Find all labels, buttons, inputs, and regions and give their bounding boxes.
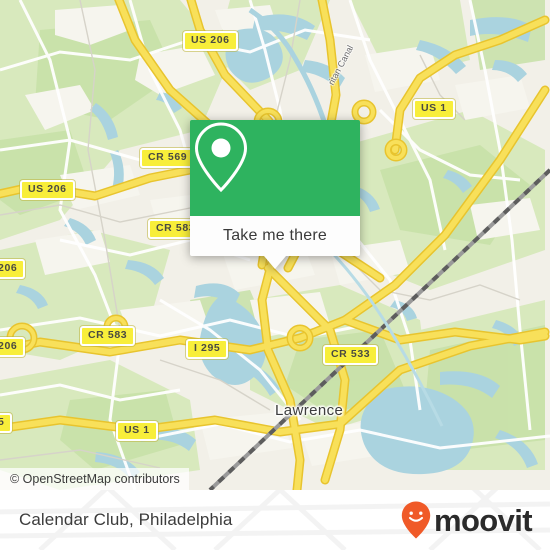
moovit-map-screenshot: US 206 CR 569 US 206 CR 583 206 CR 583 206 I 29…: [0, 0, 550, 550]
map-pin-icon: [194, 122, 248, 193]
moovit-wordmark: moovit: [433, 502, 533, 538]
road-shield: CR 583: [80, 326, 136, 346]
road-shield: CR 533: [323, 345, 379, 365]
map-attribution[interactable]: © OpenStreetMap contributors: [0, 468, 189, 490]
road-shield: US 1: [413, 99, 455, 119]
footer-bar: Calendar Club, Philadelphia moovit: [0, 490, 550, 550]
popup-arrow: [264, 256, 286, 269]
map-canvas[interactable]: US 206 CR 569 US 206 CR 583 206 CR 583 206 I 29…: [0, 0, 550, 490]
road-shield: 206: [0, 337, 26, 357]
moovit-brand[interactable]: moovit: [401, 490, 533, 550]
road-shield: US 206: [183, 31, 238, 51]
place-label: Lawrence: [275, 402, 344, 419]
road-shield: CR 569: [140, 148, 196, 168]
page-title: Calendar Club, Philadelphia: [19, 490, 232, 550]
attribution-text: © OpenStreetMap contributors: [10, 472, 180, 486]
take-me-there-button[interactable]: Take me there: [190, 216, 360, 256]
road-shield: US 206: [20, 180, 75, 200]
road-shield: US 1: [116, 421, 158, 441]
popup-pin-panel: [190, 120, 360, 216]
take-me-there-label: Take me there: [223, 227, 327, 244]
page-title-text: Calendar Club, Philadelphia: [19, 510, 233, 529]
moovit-smiley-pin-icon: [401, 501, 431, 539]
road-shield: 5: [0, 413, 13, 433]
road-shield: I 295: [186, 339, 229, 359]
location-popup[interactable]: Take me there: [190, 120, 360, 269]
road-shield: 206: [0, 259, 26, 279]
